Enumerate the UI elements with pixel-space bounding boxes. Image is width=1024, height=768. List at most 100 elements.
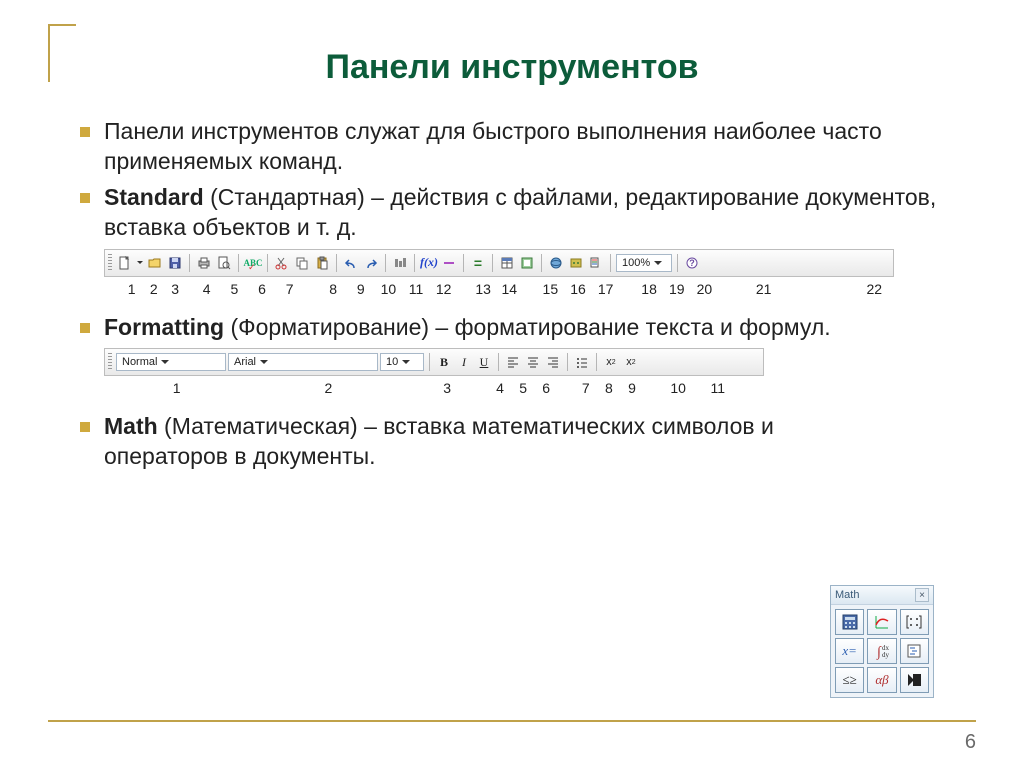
math-palette-titlebar[interactable]: Math ×	[831, 586, 933, 605]
symbolic-icon[interactable]	[900, 667, 929, 693]
bullet-math: Math (Математическая) – вставка математи…	[76, 412, 966, 472]
spellcheck-icon[interactable]: ABC✓	[244, 254, 262, 272]
insert-component-icon[interactable]	[518, 254, 536, 272]
slide-title: Панели инструментов	[48, 48, 976, 87]
copy-icon[interactable]	[293, 254, 311, 272]
insert-function-icon[interactable]: f(x)	[420, 254, 438, 272]
separator	[414, 254, 415, 272]
evaluation-icon[interactable]: x=	[835, 638, 864, 664]
toolbar-index: 8	[329, 281, 337, 297]
underline-button[interactable]: U	[475, 353, 493, 371]
svg-text:?: ?	[689, 258, 695, 268]
toolbar-index: 19	[669, 281, 685, 297]
insert-unit-icon[interactable]	[440, 254, 458, 272]
separator	[267, 254, 268, 272]
separator	[238, 254, 239, 272]
math-palette-title: Math	[835, 589, 859, 601]
bold-button[interactable]: B	[435, 353, 453, 371]
separator	[498, 353, 499, 371]
separator	[610, 254, 611, 272]
toolbar-index: 16	[570, 281, 586, 297]
separator	[385, 254, 386, 272]
separator	[677, 254, 678, 272]
zoom-dropdown[interactable]: 100%	[616, 254, 672, 272]
bullet-formatting-bold: Formatting	[104, 314, 224, 340]
toolbar-index: 7	[582, 380, 590, 396]
calculus-icon[interactable]: ∫dxdy	[867, 638, 896, 664]
size-value: 10	[386, 356, 398, 368]
separator	[189, 254, 190, 272]
open-icon[interactable]	[146, 254, 164, 272]
formatting-toolbar-figure: Normal Arial 10 B I U x2 x2	[104, 348, 976, 376]
bullet-formatting-rest: (Форматирование) – форматирование текста…	[224, 314, 831, 340]
bullet-standard-rest: (Стандартная) – действия с файлами, реда…	[104, 184, 936, 240]
toolbar-index: 2	[150, 281, 158, 297]
cut-icon[interactable]	[273, 254, 291, 272]
italic-button[interactable]: I	[455, 353, 473, 371]
style-dropdown[interactable]: Normal	[116, 353, 226, 371]
graph-icon[interactable]	[867, 609, 896, 635]
superscript-icon[interactable]: x2	[602, 353, 620, 371]
dropdown-arrow-icon[interactable]	[136, 254, 144, 272]
subscript-icon[interactable]: x2	[622, 353, 640, 371]
boolean-icon[interactable]: ≤≥	[835, 667, 864, 693]
toolbar-index: 15	[543, 281, 559, 297]
bullets-icon[interactable]	[573, 353, 591, 371]
close-icon[interactable]: ×	[915, 588, 929, 602]
toolbar-index: 1	[128, 281, 136, 297]
new-document-icon[interactable]	[116, 254, 134, 272]
toolbar-index: 13	[475, 281, 491, 297]
toolbar-index: 17	[598, 281, 614, 297]
insert-object-icon[interactable]	[567, 254, 585, 272]
toolbar-index: 3	[443, 380, 451, 396]
toolbar-index: 14	[501, 281, 517, 297]
toolbar-index: 2	[324, 380, 332, 396]
bullet-standard: Standard (Стандартная) – действия с файл…	[76, 183, 966, 243]
help-icon[interactable]: ?	[683, 254, 701, 272]
math-palette: Math × x= ∫dxdy ≤≥ αβ	[830, 585, 934, 698]
align-right-icon[interactable]	[544, 353, 562, 371]
align-icon[interactable]	[391, 254, 409, 272]
programming-icon[interactable]	[900, 638, 929, 664]
print-preview-icon[interactable]	[215, 254, 233, 272]
toolbar-index: 18	[641, 281, 657, 297]
toolbar-index: 22	[866, 281, 882, 297]
math-palette-grid: x= ∫dxdy ≤≥ αβ	[831, 605, 933, 697]
bullet-list: Панели инструментов служат для быстрого …	[48, 117, 976, 243]
bullet-math-bold: Math	[104, 413, 158, 439]
size-dropdown[interactable]: 10	[380, 353, 424, 371]
paste-icon[interactable]	[313, 254, 331, 272]
toolbar-index: 4	[203, 281, 211, 297]
greek-icon[interactable]: αβ	[867, 667, 896, 693]
separator	[429, 353, 430, 371]
separator	[336, 254, 337, 272]
matrix-icon[interactable]	[900, 609, 929, 635]
style-value: Normal	[122, 356, 157, 368]
save-icon[interactable]	[166, 254, 184, 272]
toolbar-index: 1	[173, 380, 181, 396]
standard-toolbar-numbers: 12345678910111213141516171819202122	[104, 281, 894, 299]
separator	[567, 353, 568, 371]
separator	[463, 254, 464, 272]
font-dropdown[interactable]: Arial	[228, 353, 378, 371]
align-left-icon[interactable]	[504, 353, 522, 371]
insert-reference-icon[interactable]	[587, 254, 605, 272]
toolbar-index: 9	[628, 380, 636, 396]
toolbar-index: 9	[357, 281, 365, 297]
svg-text:dy: dy	[882, 651, 890, 659]
formatting-toolbar: Normal Arial 10 B I U x2 x2	[104, 348, 764, 376]
calculator-icon[interactable]	[835, 609, 864, 635]
undo-icon[interactable]	[342, 254, 360, 272]
toolbar-grip[interactable]	[108, 353, 112, 371]
align-center-icon[interactable]	[524, 353, 542, 371]
toolbar-index: 11	[711, 380, 726, 396]
bullet-intro: Панели инструментов служат для быстрого …	[76, 117, 966, 177]
redo-icon[interactable]	[362, 254, 380, 272]
insert-hyperlink-icon[interactable]	[547, 254, 565, 272]
evaluate-icon[interactable]: =	[469, 254, 487, 272]
insert-table-icon[interactable]	[498, 254, 516, 272]
print-icon[interactable]	[195, 254, 213, 272]
page-number: 6	[965, 731, 976, 754]
toolbar-grip[interactable]	[108, 254, 112, 272]
formatting-toolbar-numbers: 1234567891011	[104, 380, 764, 398]
